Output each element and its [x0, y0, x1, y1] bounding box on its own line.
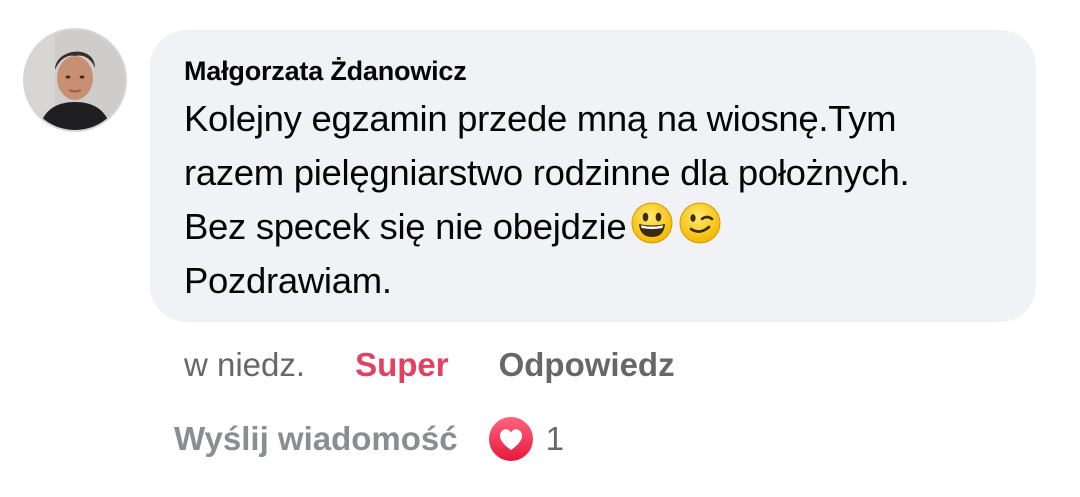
super-reaction-button[interactable]: Super	[355, 346, 449, 384]
comment-line: razem pielęgniarstwo rodzinne dla położn…	[184, 152, 910, 193]
author-avatar[interactable]	[23, 28, 127, 132]
heart-icon	[486, 415, 535, 463]
reaction-summary[interactable]: 1	[486, 414, 564, 464]
footer-row: Wyślij wiadomość 1	[174, 414, 564, 464]
grinning-face-emoji	[630, 201, 674, 245]
comment-bubble: Małgorzata Żdanowicz Kolejny egzamin prz…	[150, 30, 1036, 322]
send-message-button[interactable]: Wyślij wiadomość	[174, 420, 458, 458]
comment-line: Pozdrawiam.	[184, 260, 392, 301]
reply-button[interactable]: Odpowiedz	[499, 346, 675, 384]
comment-line: Kolejny egzamin przede mną na wiosnę.Tym	[184, 98, 897, 139]
comment-text: Kolejny egzamin przede mną na wiosnę.Tym…	[184, 92, 1002, 308]
winking-face-emoji	[678, 201, 722, 245]
avatar-photo	[25, 30, 125, 130]
comment-author-name[interactable]: Małgorzata Żdanowicz	[184, 54, 1002, 88]
comment-timestamp[interactable]: w niedz.	[184, 346, 305, 384]
comment-line-with-emojis: Bez specek się nie obejdzie	[184, 200, 1002, 254]
comment-actions: w niedz. Super Odpowiedz	[184, 340, 675, 390]
comment-line-text: Bez specek się nie obejdzie	[184, 206, 627, 247]
reaction-count: 1	[545, 420, 565, 457]
